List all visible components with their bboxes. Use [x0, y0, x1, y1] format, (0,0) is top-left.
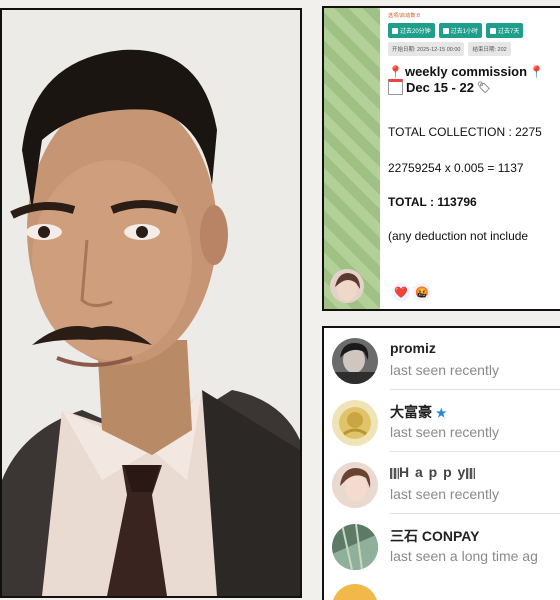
contact-row[interactable]: 大富豪 ★ last seen recently [324, 390, 560, 452]
chip-label: 过去7天 [498, 29, 520, 35]
chip-label: 过去20分钟 [400, 29, 431, 35]
message-title: 📍 weekly commission 📍 [388, 64, 560, 79]
chip-past-1-hour[interactable]: 过去1小时 [438, 23, 483, 38]
message-date-range: Dec 15 - 22 🏷 [388, 79, 560, 95]
portrait-photo [0, 8, 302, 598]
calendar-icon [490, 27, 497, 34]
heart-reaction[interactable]: ❤️ [392, 283, 410, 301]
avatar-image [332, 462, 378, 508]
time-filter-chips: 过去20分钟 过去1小时 过去7天 [388, 23, 560, 38]
avatar [332, 462, 378, 508]
date-range-row: 开始日期: 2025-12-15 00:00 结束日期: 202 [388, 42, 560, 56]
decorative-glyph [390, 467, 399, 479]
contact-row[interactable]: H a p p y last seen recently [324, 452, 560, 514]
avatar-image [332, 400, 378, 446]
contact-status: last seen recently [390, 424, 499, 440]
angry-face-reaction[interactable]: 🤬 [413, 283, 431, 301]
contact-name: promiz [390, 340, 436, 356]
total-text: TOTAL : 113796 [388, 195, 477, 209]
avatar [332, 524, 378, 570]
contact-name: 大富豪 ★ [390, 402, 447, 422]
title-text: weekly commission [404, 64, 528, 79]
avatar-image [330, 269, 364, 303]
clock-icon [392, 27, 398, 34]
deduction-note: (any deduction not include [388, 229, 529, 243]
chat-wallpaper [324, 8, 380, 309]
chat-sender-avatar[interactable] [330, 269, 364, 303]
total-line: TOTAL : 113796 [388, 195, 560, 209]
avatar [332, 400, 378, 446]
end-date-field[interactable]: 结束日期: 202 [468, 42, 511, 56]
tag-icon: 🏷 [476, 81, 491, 94]
contact-status: last seen recently [390, 362, 499, 378]
filter-header-label: 选项/启动数:8 [388, 13, 421, 19]
star-icon: ★ [435, 406, 447, 420]
contact-name-text: H a p p y [399, 464, 467, 480]
chip-label: 过去1小时 [450, 29, 479, 35]
avatar-image [332, 338, 378, 384]
pin-icon: 📍 [388, 64, 403, 79]
message-bubble: 选项/启动数:8 过去20分钟 过去1小时 过去7天 开始日期: 2025-12… [380, 8, 560, 309]
calculation-line: 22759254 x 0.005 = 1137 [388, 161, 524, 175]
decorative-glyph [466, 467, 476, 479]
date-range-text: Dec 15 - 22 [406, 79, 474, 95]
calendar-icon [388, 79, 403, 95]
pin-icon: 📍 [529, 64, 545, 79]
avatar-image [332, 524, 378, 570]
contact-name: 三石 CONPAY [390, 528, 480, 544]
portrait-illustration [2, 10, 300, 596]
contact-name-text: 大富豪 [390, 404, 432, 420]
chip-past-20-min[interactable]: 过去20分钟 [388, 23, 435, 38]
total-collection-line: TOTAL COLLECTION : 2275 [388, 125, 542, 139]
contact-name: H a p p y [390, 464, 476, 480]
contact-row[interactable]: 三石 CONPAY last seen a long time ag [324, 514, 560, 576]
avatar [332, 338, 378, 384]
avatar-partial [332, 584, 378, 600]
clock-icon [442, 27, 449, 34]
chat-screenshot: 选项/启动数:8 过去20分钟 过去1小时 过去7天 开始日期: 2025-12… [322, 6, 560, 311]
contact-row[interactable]: promiz last seen recently [324, 328, 560, 390]
chip-past-7-days[interactable]: 过去7天 [486, 23, 524, 38]
contact-list: promiz last seen recently 大富豪 ★ last see… [322, 326, 560, 600]
contact-status: last seen a long time ag [390, 548, 538, 564]
start-date-field[interactable]: 开始日期: 2025-12-15 00:00 [388, 42, 465, 56]
reaction-bar: ❤️ 🤬 [392, 283, 431, 301]
contact-status: last seen recently [390, 486, 499, 502]
